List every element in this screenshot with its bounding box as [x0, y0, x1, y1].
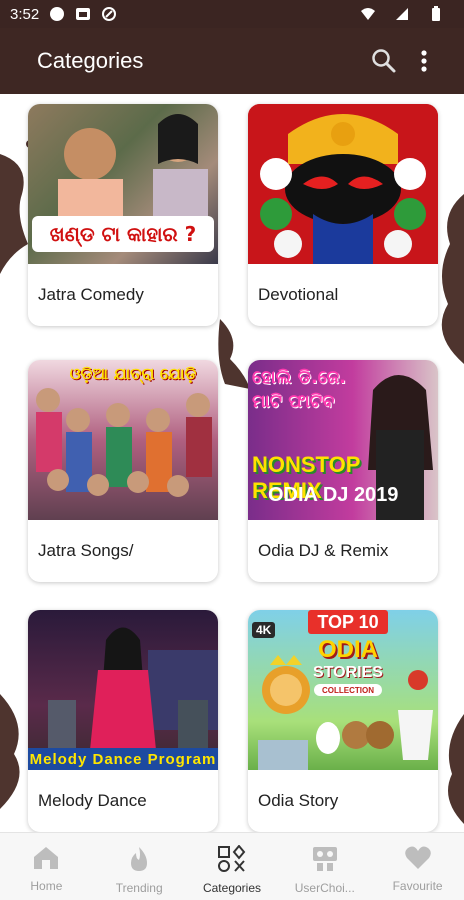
thumbnail-caption-dj: ODIA DJ 2019 — [268, 484, 399, 506]
thumbnail-badge-4k: 4K — [252, 622, 276, 638]
category-label: Odia Story — [258, 791, 339, 810]
notification-dot-icon — [49, 6, 65, 22]
search-button[interactable] — [364, 41, 404, 81]
signal-icon — [394, 6, 410, 22]
nav-label: Trending — [115, 881, 163, 895]
app-bar: Categories — [0, 28, 464, 94]
page-title: Categories — [37, 48, 144, 73]
category-card-devotional[interactable]: Devotional — [248, 104, 438, 326]
heart-icon — [404, 846, 431, 869]
nav-label: UserChoi... — [294, 881, 355, 895]
category-card-odia-dj-remix[interactable]: ହୋଲି ଡି.ଜେ. ମାଟି ଫାଟିବ NONSTOP REMIX ODI… — [248, 360, 438, 582]
wifi-icon — [360, 6, 376, 22]
category-grid[interactable]: ଖଣ୍ଡ ଟା କାହାର ? Jatra Comedy Devotional … — [0, 94, 464, 832]
category-thumbnail: Melody Dance Program — [28, 610, 218, 770]
category-card-odia-story[interactable]: 4K TOP 10 ODIA STORIES COLLECTION Odia S… — [248, 610, 438, 832]
category-label: Odia DJ & Remix — [258, 541, 389, 560]
category-label: Devotional — [258, 285, 339, 304]
category-thumbnail: ଖଣ୍ଡ ଟା କାହାର ? — [28, 104, 218, 264]
category-card-jatra-songs[interactable]: ଓଡ଼ିଆ ଯାତ୍ରା ଯୋଡ଼ି Jatra Songs/ — [28, 360, 218, 582]
status-bar: 3:52 — [0, 0, 464, 28]
nav-user-choice[interactable]: UserChoi... — [278, 833, 371, 900]
category-thumbnail — [248, 104, 438, 264]
nav-favourite[interactable]: Favourite — [371, 833, 464, 900]
thumbnail-caption: ଓଡ଼ିଆ ଯାତ୍ରା ଯୋଡ଼ି — [69, 364, 197, 383]
category-thumbnail: ହୋଲି ଡି.ଜେ. ମାଟି ଫାଟିବ NONSTOP REMIX ODI… — [248, 360, 438, 520]
more-vert-icon — [421, 50, 427, 72]
thumbnail-caption: Melody Dance Program — [28, 748, 218, 770]
categories-icon — [217, 845, 246, 872]
status-time: 3:52 — [10, 5, 40, 23]
search-icon — [372, 49, 396, 73]
category-thumbnail: 4K TOP 10 ODIA STORIES COLLECTION — [248, 610, 438, 770]
battery-icon — [428, 6, 444, 22]
category-card-melody-dance[interactable]: Melody Dance Program Melody Dance — [28, 610, 218, 832]
nav-label: Home — [30, 879, 63, 893]
thumbnail-caption-collection: COLLECTION — [314, 684, 382, 696]
data-saver-icon — [101, 6, 117, 22]
nav-label: Categories — [202, 881, 261, 895]
overflow-menu-button[interactable] — [404, 41, 444, 81]
category-thumbnail: ଓଡ଼ିଆ ଯାତ୍ରା ଯୋଡ଼ି — [28, 360, 218, 520]
paint-splash-decoration — [448, 714, 464, 824]
thumbnail-caption-stories: STORIES — [313, 664, 383, 681]
nav-categories[interactable]: Categories — [186, 833, 279, 900]
nav-label: Favourite — [392, 879, 443, 893]
category-label: Melody Dance — [38, 791, 147, 810]
category-label: Jatra Songs/ — [38, 541, 134, 560]
category-label: Jatra Comedy — [38, 285, 144, 304]
gallery-icon — [75, 6, 91, 22]
thumbnail-caption: TOP 10 — [308, 610, 388, 634]
user-choice-icon — [312, 847, 337, 871]
thumbnail-caption-odia: ODIA — [318, 636, 378, 663]
category-card-jatra-comedy[interactable]: ଖଣ୍ଡ ଟା କାହାର ? Jatra Comedy — [28, 104, 218, 326]
nav-trending[interactable]: Trending — [93, 833, 186, 900]
thumbnail-caption: ଖଣ୍ଡ ଟା କାହାର ? — [32, 216, 214, 252]
thumbnail-caption: ହୋଲି ଡି.ଜେ. ମାଟି ଫାଟିବ — [252, 367, 347, 412]
fire-icon — [131, 847, 148, 871]
home-icon — [34, 847, 59, 869]
bottom-navigation: Home Trending Categories UserChoi... Fav… — [0, 832, 464, 900]
nav-home[interactable]: Home — [0, 833, 93, 900]
